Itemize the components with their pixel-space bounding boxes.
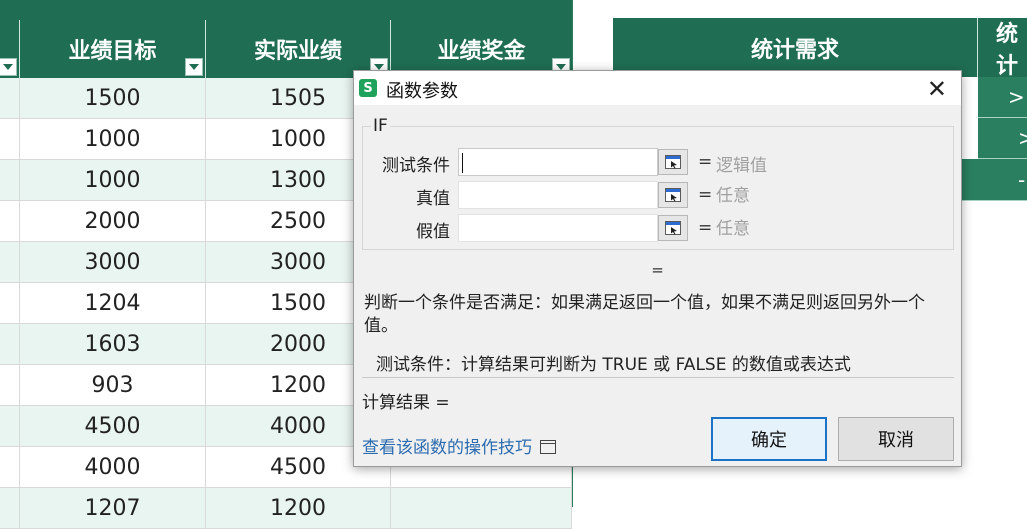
column-header-stat-need[interactable]: 统计需求 [613, 18, 978, 77]
table-cell[interactable] [0, 201, 20, 241]
column-header-label: 业绩目标 [68, 39, 157, 64]
table-cell[interactable]: 1000 [20, 119, 206, 159]
help-link[interactable]: 查看该函数的操作技巧 [362, 433, 556, 458]
stat-cell[interactable]: - [962, 159, 1027, 201]
ok-button[interactable]: 确定 [711, 417, 827, 461]
table-cell[interactable] [0, 447, 20, 487]
stat-cell[interactable]: > [978, 118, 1027, 159]
table-cell[interactable]: 1603 [20, 324, 206, 364]
table-cell[interactable]: 1200 [206, 488, 391, 528]
stat-cell-value: > [1008, 85, 1025, 109]
table-cell[interactable]: 903 [20, 365, 206, 405]
table-cell[interactable]: 1500 [20, 78, 206, 118]
filter-dropdown-icon[interactable] [0, 58, 17, 76]
table-cell[interactable]: 3000 [20, 242, 206, 282]
stat-cell-value: - [1018, 167, 1026, 192]
collapse-dialog-button-condition[interactable] [658, 149, 688, 175]
divider [362, 377, 954, 378]
table-cell[interactable]: 2000 [20, 201, 206, 241]
header-band [0, 0, 572, 20]
column-header-label: 统计需求 [750, 37, 839, 63]
filter-dropdown-icon[interactable] [185, 58, 203, 76]
function-name-label: IF [371, 116, 390, 136]
param-input-false[interactable] [458, 214, 658, 242]
param-input-true[interactable] [458, 181, 658, 209]
collapse-dialog-button-false[interactable] [658, 215, 688, 241]
param-equals: = [698, 185, 713, 205]
param-label-false: 假值 [416, 222, 450, 242]
function-description: 判断一个条件是否满足：如果满足返回一个值，如果不满足则返回另外一个值。 [364, 293, 925, 336]
column-header-label: 统计 [996, 21, 1019, 79]
function-arguments-dialog: S 函数参数 ✕ IF 测试条件 = 逻辑值 真值 = 任意 假值 = 任意 =… [353, 70, 962, 467]
stat-cell[interactable]: > [978, 77, 1027, 118]
param-hint-false: 任意 [716, 219, 750, 239]
help-link-label: 查看该函数的操作技巧 [362, 438, 532, 458]
param-hint-condition: 逻辑值 [716, 156, 767, 176]
dialog-titlebar[interactable]: S 函数参数 ✕ [354, 71, 961, 105]
table-cell[interactable] [0, 78, 20, 118]
table-cell[interactable] [0, 283, 20, 323]
table-cell[interactable] [0, 365, 20, 405]
table-cell[interactable] [0, 160, 20, 200]
table-cell[interactable] [0, 488, 20, 528]
table-cell[interactable] [391, 488, 572, 528]
param-input-condition[interactable] [458, 148, 658, 176]
calculation-result: 计算结果 = [362, 393, 450, 413]
table-cell[interactable]: 1207 [20, 488, 206, 528]
table-row: 1207 1200 [0, 488, 572, 529]
column-header-partial[interactable] [0, 20, 20, 78]
table-cell[interactable]: 4500 [20, 406, 206, 446]
column-header-label: 实际业绩 [253, 39, 342, 64]
column-header-target[interactable]: 业绩目标 [20, 20, 206, 78]
text-caret [462, 153, 463, 173]
param-equals: = [698, 218, 713, 238]
column-header-stat[interactable]: 统计 [978, 18, 1027, 79]
collapse-dialog-button-true[interactable] [658, 182, 688, 208]
dialog-title: 函数参数 [386, 81, 458, 102]
range-select-icon [665, 188, 681, 202]
video-tutorial-icon [540, 440, 556, 454]
column-header-label: 业绩奖金 [437, 39, 526, 64]
param-label-condition: 测试条件 [382, 156, 450, 176]
param-description: 测试条件：计算结果可判断为 TRUE 或 FALSE 的数值或表达式 [376, 355, 851, 375]
param-label-true: 真值 [416, 189, 450, 209]
table-cell[interactable]: 1204 [20, 283, 206, 323]
cancel-button[interactable]: 取消 [838, 417, 954, 461]
close-icon[interactable]: ✕ [927, 75, 947, 103]
stat-cell-value: > [1018, 126, 1027, 150]
table-cell[interactable] [0, 324, 20, 364]
app-logo-icon: S [359, 79, 377, 97]
param-hint-true: 任意 [716, 186, 750, 206]
table-cell[interactable] [0, 406, 20, 446]
table-cell[interactable] [0, 242, 20, 282]
table-cell[interactable]: 4000 [20, 447, 206, 487]
table-cell[interactable]: 1000 [20, 160, 206, 200]
formula-result-equals: = [651, 261, 664, 279]
range-select-icon [665, 221, 681, 235]
table-cell[interactable] [0, 119, 20, 159]
param-equals: = [698, 152, 713, 172]
range-select-icon [665, 155, 681, 169]
